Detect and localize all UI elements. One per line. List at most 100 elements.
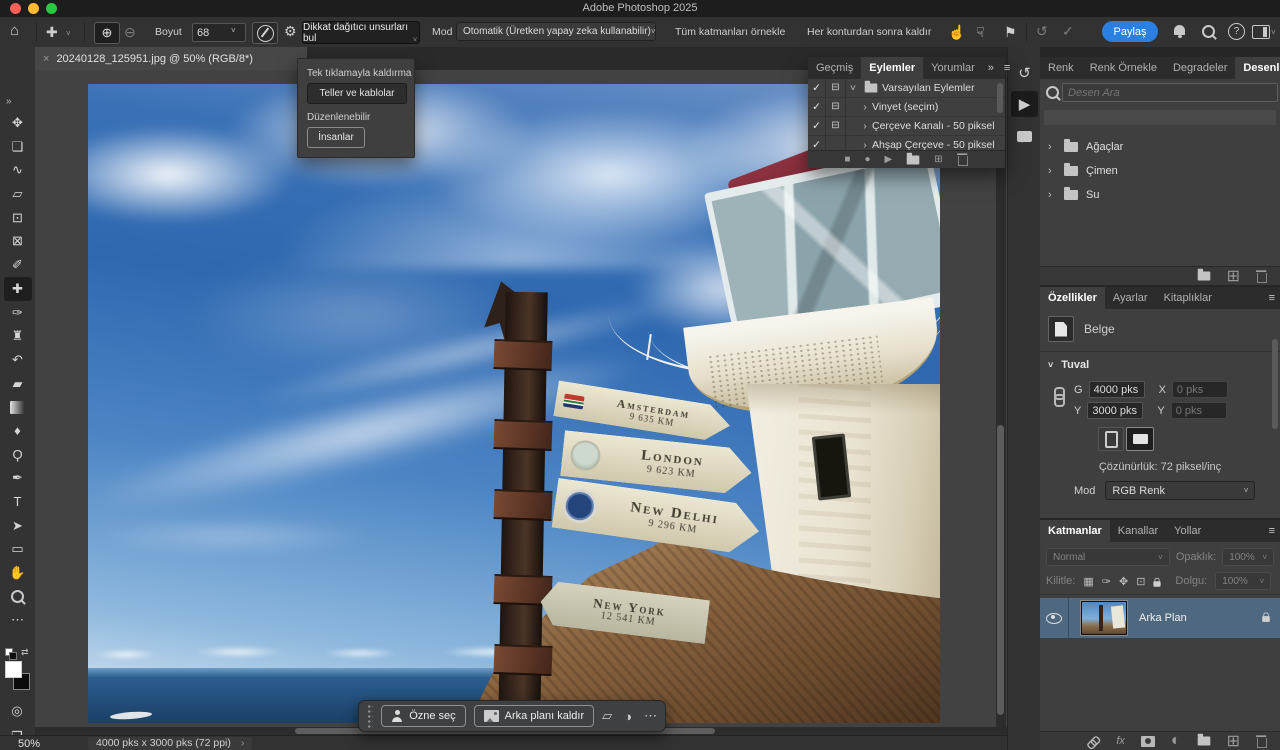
spot-healing-tool-icon[interactable]: ✚ (46, 24, 58, 40)
pen-tool[interactable]: ✒ (4, 466, 32, 490)
zoom-tool[interactable] (4, 585, 32, 609)
lasso-tool[interactable]: ∿ (4, 158, 32, 182)
foreground-color-swatch[interactable] (5, 661, 22, 678)
chevron-right-icon[interactable]: › (1048, 165, 1056, 177)
remove-background-button[interactable]: Arka planı kaldır (474, 705, 594, 727)
new-action-icon[interactable]: ⊞ (934, 154, 942, 165)
path-selection-tool[interactable]: ➤ (4, 514, 32, 538)
width-input[interactable] (1089, 381, 1145, 398)
color-mode-dropdown[interactable]: RGB Renk ˅ (1105, 481, 1255, 500)
flag-icon[interactable]: ⚑ (1004, 24, 1017, 40)
tab-color[interactable]: Renk (1040, 57, 1082, 79)
frame-tool[interactable]: ⊠ (4, 229, 32, 253)
tab-layers[interactable]: Katmanlar (1040, 520, 1110, 542)
tab-swatches[interactable]: Renk Örnekle (1082, 57, 1165, 79)
document-info[interactable]: 4000 pks x 3000 pks (72 ppi) › (88, 737, 252, 750)
fill-dropdown[interactable]: 100% ˅ (1215, 572, 1271, 590)
actions-panel-icon[interactable]: ▶ (1011, 91, 1038, 117)
clone-stamp-tool[interactable]: ♜ (4, 324, 32, 348)
collapse-panel-icon[interactable]: » (983, 57, 999, 79)
new-group-folder-icon[interactable] (1197, 737, 1210, 746)
layer-thumbnail[interactable] (1081, 601, 1127, 635)
document-tab[interactable]: × 20240128_125951.jpg @ 50% (RGB/8*) (35, 47, 307, 70)
opacity-dropdown[interactable]: 100% ˅ (1222, 548, 1274, 566)
tab-paths[interactable]: Yollar (1166, 520, 1209, 542)
chevron-right-icon[interactable]: › (858, 101, 872, 113)
action-check-icon[interactable]: ✓ (808, 98, 826, 116)
x-input[interactable] (1172, 381, 1228, 398)
vertical-scrollbar-thumb[interactable] (997, 425, 1004, 715)
add-to-selection-button[interactable]: ⊕ (94, 22, 120, 44)
eraser-tool[interactable]: ▰ (4, 372, 32, 396)
move-tool[interactable]: ✥ (4, 111, 32, 135)
pattern-folder-row[interactable]: › Çimen (1040, 159, 1280, 183)
new-set-folder-icon[interactable] (907, 155, 920, 164)
blur-tool[interactable]: ♦ (4, 419, 32, 443)
thumbs-up-icon[interactable]: ☝ (948, 24, 965, 40)
spot-healing-tool[interactable]: ✚ (4, 277, 32, 301)
layer-effects-icon[interactable]: fx (1116, 735, 1125, 747)
crop-tool[interactable]: ⊡ (4, 206, 32, 230)
help-icon[interactable]: ? (1228, 23, 1245, 40)
properties-scrollbar-thumb[interactable] (1272, 339, 1278, 429)
trash-icon[interactable] (1257, 737, 1267, 747)
tab-channels[interactable]: Kanallar (1110, 520, 1166, 542)
close-tab-icon[interactable]: × (43, 53, 49, 65)
taskbar-grip-handle[interactable] (367, 704, 373, 728)
action-dialog-icon[interactable]: ⊟ (826, 79, 846, 97)
action-row[interactable]: ✓ ⊟ ˅ Varsayılan Eylemler (808, 79, 1005, 98)
panels-icon[interactable] (1252, 25, 1270, 39)
chevron-down-icon[interactable]: ˅ (66, 26, 71, 42)
share-button[interactable]: Paylaş (1102, 21, 1158, 42)
canvas-image[interactable]: Amsterdam 9 635 KM London 9 623 KM New D… (88, 84, 940, 723)
tab-libraries[interactable]: Kitaplıklar (1156, 287, 1220, 309)
action-row[interactable]: ✓ ⊟ › Çerçeve Kanalı - 50 piksel (808, 117, 1005, 136)
find-distractions-button[interactable]: Dikkat dağıtıcı unsurları bul (302, 21, 420, 44)
panel-menu-icon[interactable]: ≡ (1264, 287, 1280, 309)
actions-scrollbar-thumb[interactable] (997, 83, 1003, 113)
trash-icon[interactable] (957, 156, 967, 166)
hand-tool[interactable]: ✋ (4, 561, 32, 585)
new-layer-icon[interactable]: ⊞ (1227, 731, 1240, 750)
tab-patterns[interactable]: Desenler (1235, 57, 1280, 79)
people-button[interactable]: İnsanlar (307, 127, 365, 148)
subtract-from-selection-button[interactable]: ⊖ (124, 24, 136, 40)
link-layers-icon[interactable] (1089, 735, 1101, 747)
mode-dropdown[interactable]: Otomatik (Üretken yapay zeka kullanabili… (456, 22, 656, 41)
more-options-icon[interactable]: ⋯ (644, 708, 657, 724)
landscape-orientation-button[interactable] (1126, 427, 1154, 451)
record-icon[interactable]: ● (864, 154, 870, 165)
adjustment-layer-icon[interactable]: ◐ (1171, 732, 1181, 750)
type-tool[interactable]: T (4, 490, 32, 514)
trash-icon[interactable] (1257, 272, 1267, 282)
lock-position-icon[interactable]: ✥ (1119, 575, 1128, 588)
chevron-right-icon[interactable]: › (241, 737, 245, 750)
lock-transparency-icon[interactable]: ▦ (1083, 575, 1093, 588)
chevron-down-icon[interactable]: ˅ (846, 82, 860, 94)
lock-pixels-icon[interactable]: ✑ (1102, 575, 1111, 588)
adjustment-icon[interactable]: ◑ (624, 709, 632, 724)
lock-artboard-icon[interactable]: ⊡ (1136, 575, 1145, 588)
pattern-folder-row[interactable]: › Su (1040, 183, 1280, 207)
eyedropper-tool[interactable]: ✐ (4, 253, 32, 277)
commit-check-icon[interactable]: ✓ (1062, 23, 1074, 39)
chevron-down-icon[interactable]: ˅ (231, 26, 236, 35)
action-dialog-icon[interactable]: ⊟ (826, 117, 846, 135)
tab-comments[interactable]: Yorumlar (923, 57, 983, 79)
portrait-orientation-button[interactable] (1098, 427, 1124, 451)
bell-icon[interactable] (1174, 25, 1185, 35)
lock-all-icon[interactable] (1154, 581, 1161, 586)
gradient-tool[interactable] (4, 395, 32, 419)
thumbs-down-icon[interactable]: ☟ (976, 24, 985, 40)
vertical-scrollbar[interactable] (996, 70, 1006, 727)
brush-pressure-button[interactable] (252, 22, 278, 44)
layer-row-background[interactable]: Arka Plan (1040, 598, 1280, 638)
brush-tool[interactable]: ✑ (4, 301, 32, 325)
pattern-folder-row[interactable]: › Ağaçlar (1040, 135, 1280, 159)
chevron-right-icon[interactable]: › (1048, 189, 1056, 201)
size-input[interactable] (195, 24, 227, 41)
link-dimensions-icon[interactable] (1054, 387, 1064, 409)
search-icon[interactable] (1202, 25, 1215, 38)
swap-colors-icon[interactable]: ⇄ (21, 647, 29, 658)
wires-cables-button[interactable]: Teller ve kablolar (307, 83, 407, 104)
